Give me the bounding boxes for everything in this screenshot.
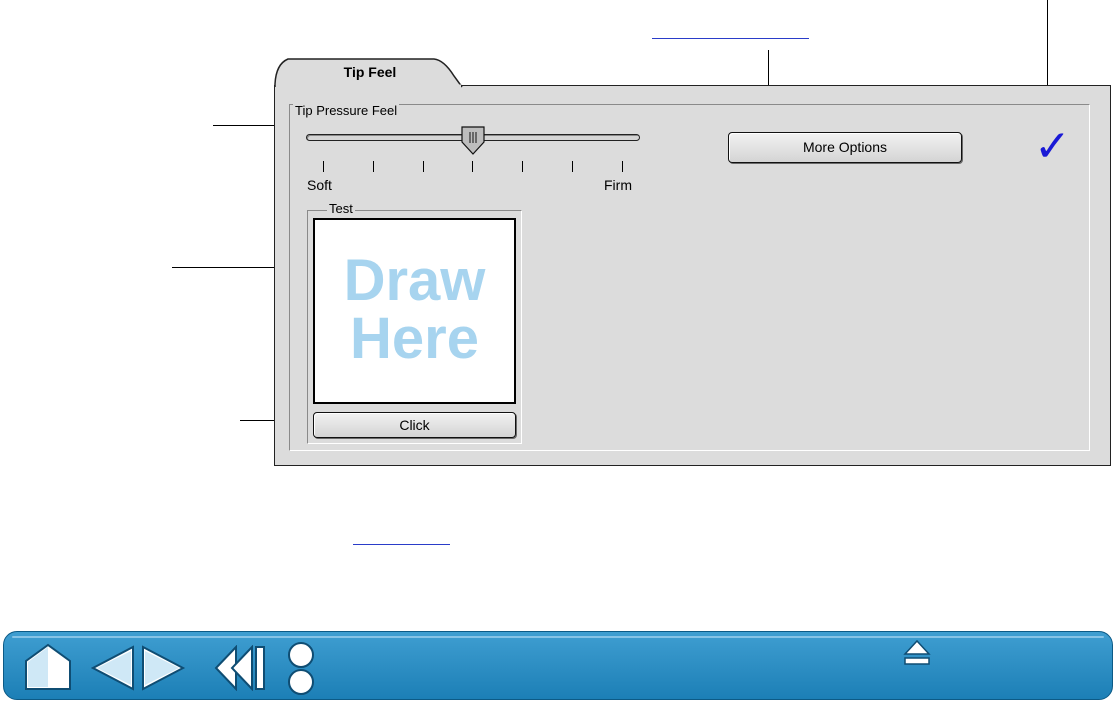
tip-pressure-label: Tip Pressure Feel: [293, 103, 400, 118]
link-underline-top[interactable]: [652, 38, 809, 39]
link-underline-bottom[interactable]: [353, 544, 450, 545]
pressure-slider-thumb[interactable]: [461, 126, 487, 156]
slider-tick: [373, 161, 374, 172]
slider-soft-label: Soft: [307, 177, 332, 193]
draw-here-area[interactable]: Draw Here: [313, 218, 516, 404]
slider-tick: [423, 161, 424, 172]
more-options-button[interactable]: More Options: [728, 132, 962, 163]
eject-icon[interactable]: [902, 639, 932, 667]
tab-label: Tip Feel: [343, 64, 397, 80]
navbar-highlight: [12, 636, 1104, 638]
slider-firm-label: Firm: [604, 177, 632, 193]
check-icon: ✓: [1034, 121, 1071, 172]
next-page-icon[interactable]: [140, 645, 186, 691]
click-button[interactable]: Click: [313, 412, 516, 438]
back-icon[interactable]: [214, 645, 268, 691]
slider-tick: [622, 161, 623, 172]
slider-tick: [472, 161, 473, 172]
home-icon[interactable]: [23, 643, 73, 691]
slider-tick: [323, 161, 324, 172]
draw-area-line1: Draw: [343, 248, 486, 313]
contents-index-icon[interactable]: [285, 641, 319, 697]
slider-tick: [522, 161, 523, 172]
previous-page-icon[interactable]: [91, 645, 137, 691]
slider-tick: [572, 161, 573, 172]
draw-area-line2: Here: [350, 306, 479, 371]
test-group-label: Test: [327, 201, 355, 216]
